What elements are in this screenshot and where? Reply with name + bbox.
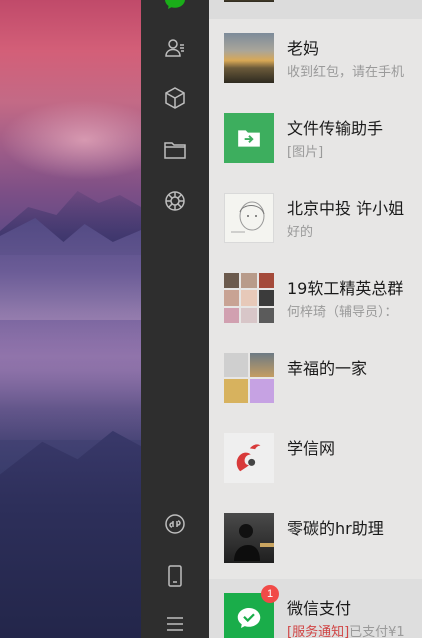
chat-preview: [图片] — [287, 145, 324, 160]
moments-icon[interactable] — [161, 187, 189, 215]
chat-row-xuexin[interactable]: 学信网 — [209, 419, 422, 498]
chat-name: 文件传输助手 — [287, 119, 384, 138]
chat-list: 老妈 收到红包，请在手机 文件传输助手 [图片] 北京中投 许小姐 好的 19软… — [209, 0, 422, 638]
chat-name: 幸福的一家 — [287, 359, 368, 378]
xuexin-logo-icon — [224, 433, 274, 483]
mini-programs-icon[interactable] — [161, 510, 189, 538]
chat-row-hr-assistant[interactable]: 零碳的hr助理 — [209, 499, 422, 578]
file-transfer-icon — [224, 113, 274, 163]
chat-preview-text: 已支付¥1 — [349, 625, 405, 638]
chat-name: 19软工精英总群 — [287, 279, 404, 298]
avatar — [224, 0, 274, 2]
screen: 老妈 收到红包，请在手机 文件传输助手 [图片] 北京中投 许小姐 好的 19软… — [0, 0, 422, 638]
contacts-icon[interactable] — [161, 34, 189, 62]
chat-icon[interactable] — [161, 0, 189, 14]
desktop-wallpaper — [0, 0, 141, 638]
phone-icon[interactable] — [161, 562, 189, 590]
chat-row-beijing-zhongtou[interactable]: 北京中投 许小姐 好的 — [209, 179, 422, 258]
chat-name: 北京中投 许小姐 — [287, 199, 405, 218]
chat-row-file-transfer[interactable]: 文件传输助手 [图片] — [209, 99, 422, 178]
chat-name: 零碳的hr助理 — [287, 519, 384, 538]
chat-preview: 收到红包，请在手机 — [287, 65, 405, 80]
chat-row-wechat-pay[interactable]: 1 微信支付 [服务通知]已支付¥1 — [209, 579, 422, 638]
wallpaper-forest-hills — [0, 430, 141, 638]
chat-row-group-19se[interactable]: 19软工精英总群 何梓琦（辅导员）： — [209, 259, 422, 338]
menu-icon[interactable] — [161, 610, 189, 638]
avatar — [224, 33, 274, 83]
unread-badge: 1 — [261, 585, 279, 603]
chat-name: 学信网 — [287, 439, 336, 458]
chat-name: 微信支付 — [287, 599, 352, 618]
avatar — [224, 513, 274, 563]
service-notice-tag: [服务通知] — [287, 625, 350, 638]
chat-preview: 何梓琦（辅导员）： — [287, 305, 398, 320]
group-avatar — [224, 353, 274, 403]
wallpaper-glow — [0, 100, 141, 180]
group-avatar — [224, 273, 274, 323]
files-icon[interactable] — [161, 136, 189, 164]
avatar — [224, 193, 274, 243]
wechat-sidebar — [141, 0, 209, 638]
chat-row-mom[interactable]: 老妈 收到红包，请在手机 — [209, 19, 422, 98]
chat-preview: 好的 — [287, 225, 314, 240]
chat-row-happy-family[interactable]: 幸福的一家 — [209, 339, 422, 418]
chat-preview: [服务通知]已支付¥1 — [287, 621, 405, 638]
wallpaper-fog — [0, 300, 141, 440]
chat-name: 老妈 — [287, 39, 320, 58]
chat-row-previous[interactable] — [209, 0, 422, 19]
favorites-icon[interactable] — [161, 84, 189, 112]
